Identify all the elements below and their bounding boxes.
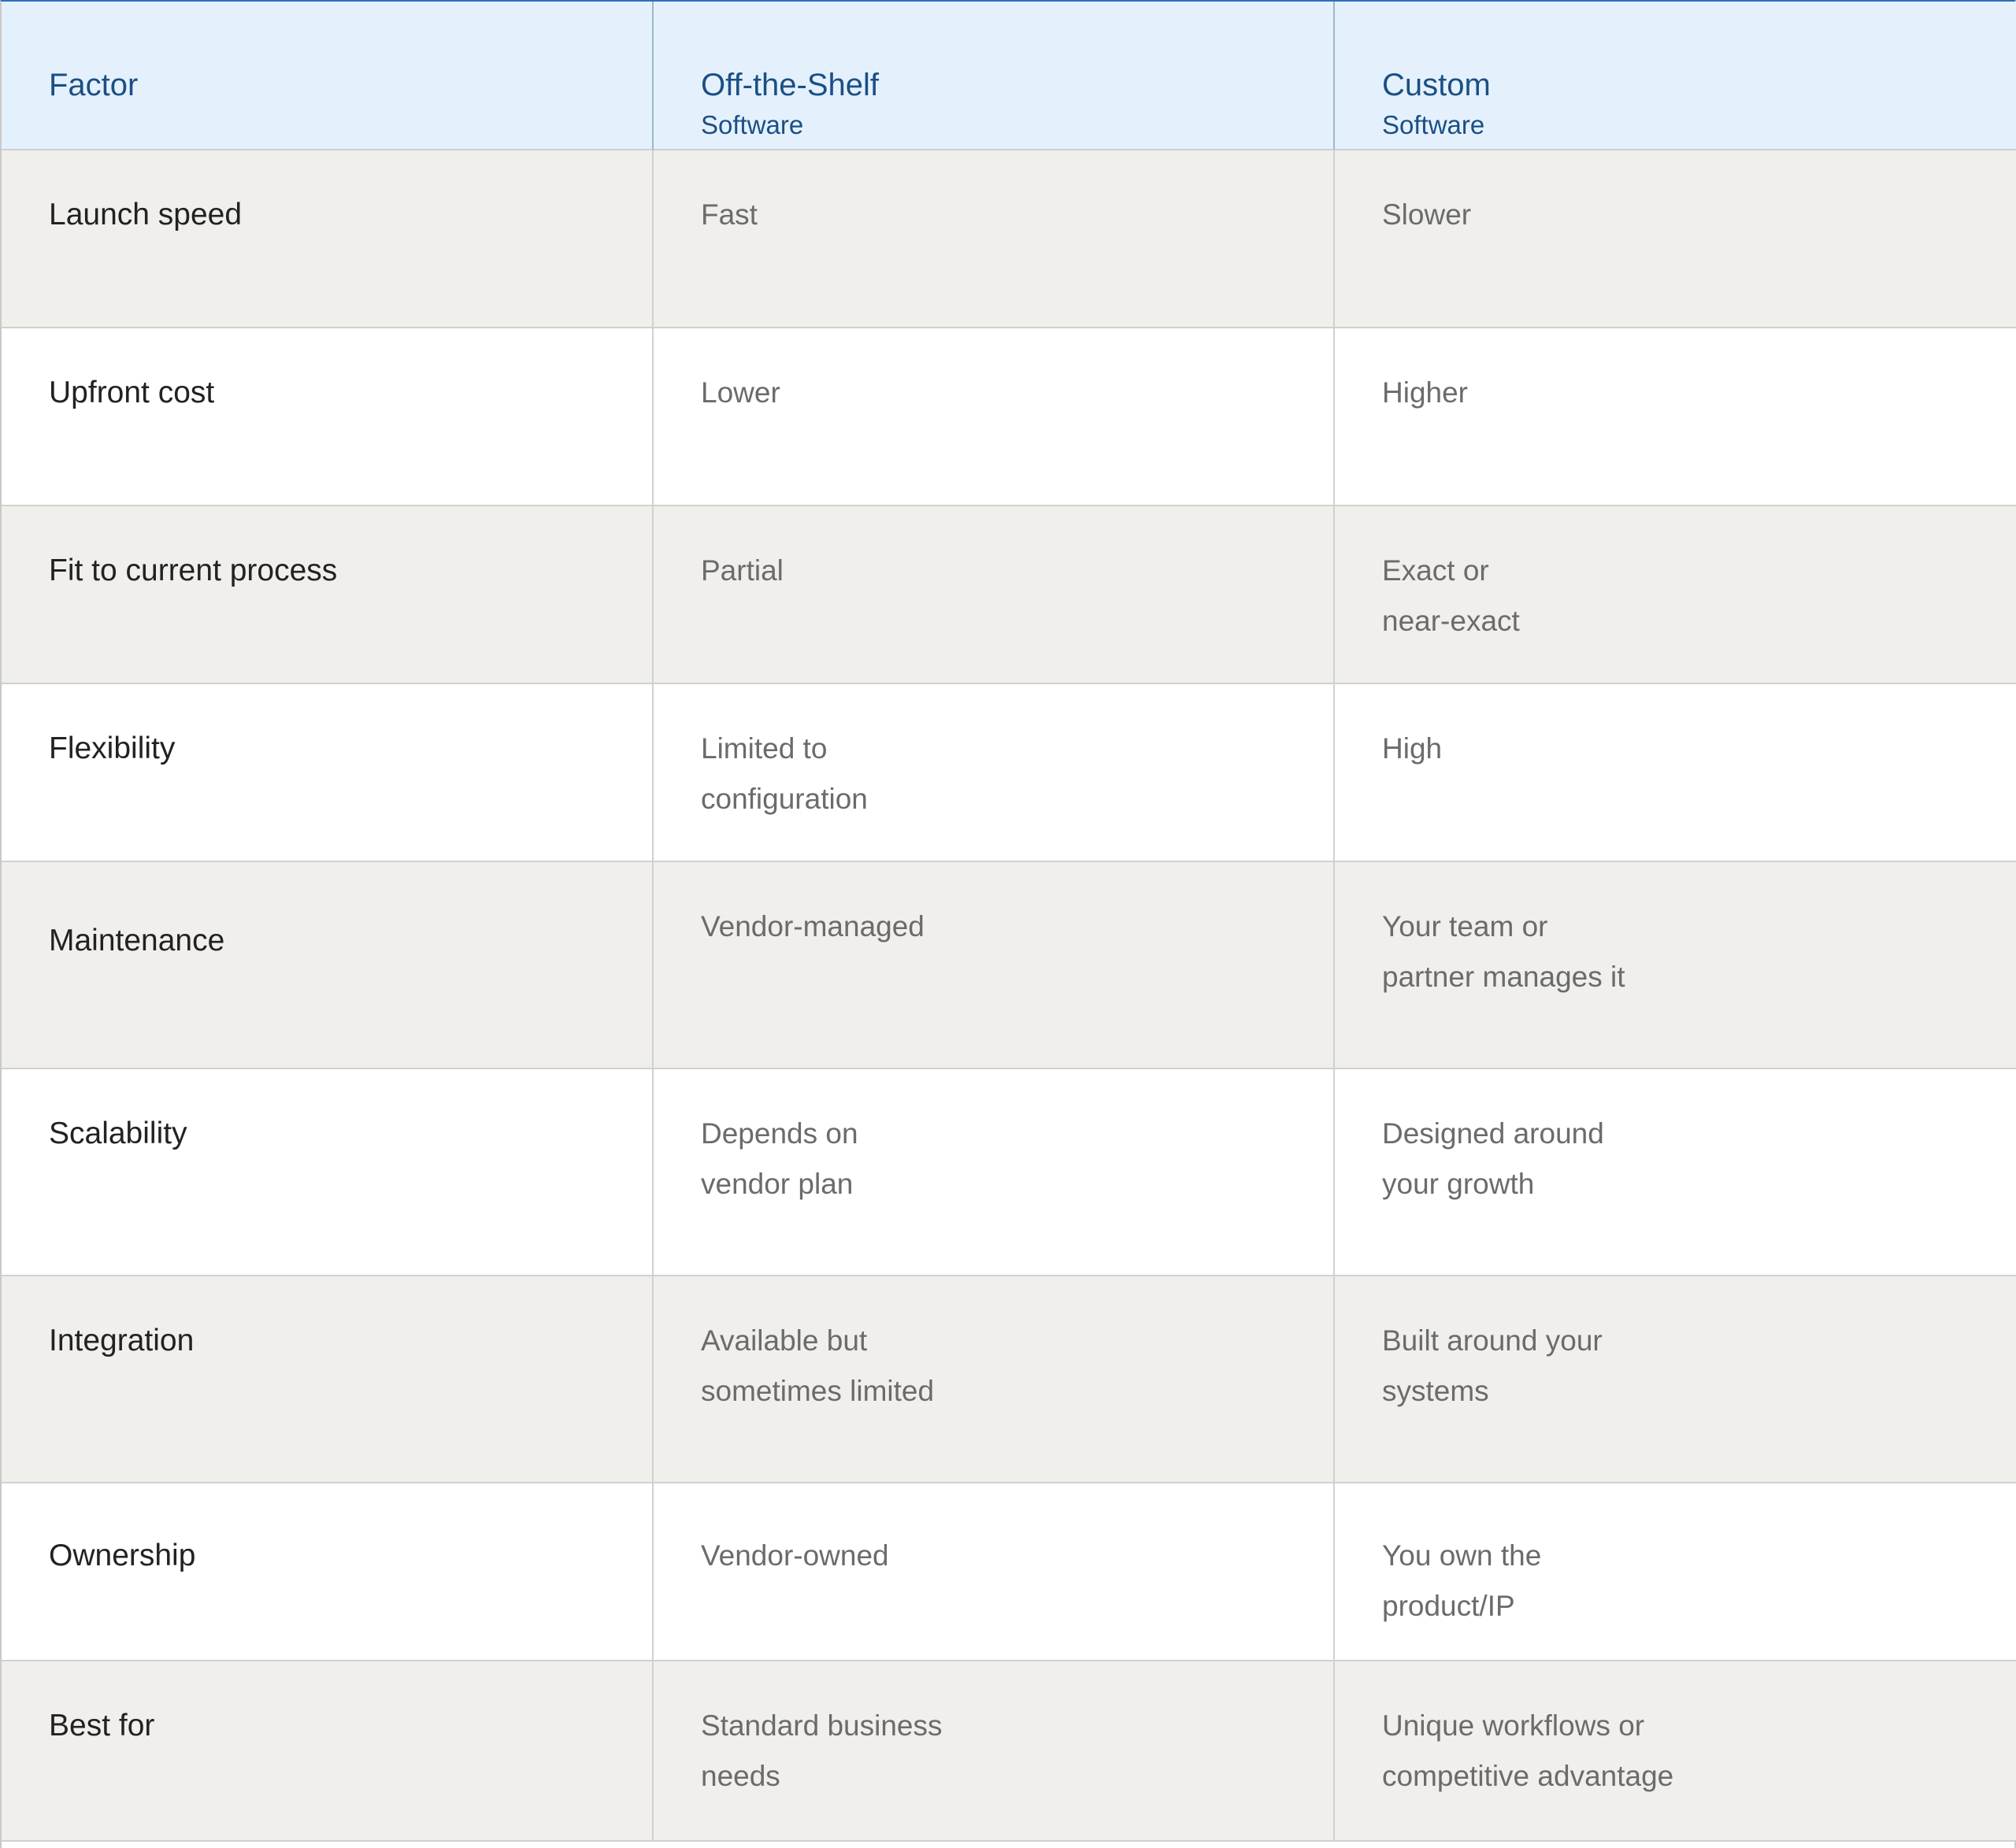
table-row-factor: Ownership: [2, 1483, 654, 1661]
factor-label: Upfront cost: [49, 376, 215, 409]
factor-label: Maintenance: [49, 924, 225, 957]
comparison-table: Factor Off-the-Shelf Software Custom Sof…: [0, 0, 2016, 1848]
cell-text: partner manages it: [1382, 961, 1625, 993]
factor-label: Flexibility: [49, 731, 176, 765]
cell-text: near-exact: [1382, 605, 1520, 637]
cell-text: You own the: [1382, 1539, 1542, 1572]
cell-text: needs: [701, 1760, 780, 1792]
cell-text: Higher: [1382, 376, 1468, 409]
factor-label: Launch speed: [49, 198, 243, 231]
factor-label: Integration: [49, 1324, 195, 1357]
cell-text: Vendor-managed: [701, 910, 925, 943]
table-row-off-the-shelf: Limited to configuration: [654, 684, 1335, 862]
table-row-custom: Designed around your growth: [1335, 1069, 2016, 1276]
cell-text: your growth: [1382, 1168, 1535, 1200]
cell-text: sometimes limited: [701, 1375, 935, 1407]
cell-text: Depends on: [701, 1117, 858, 1150]
factor-label: Best for: [49, 1709, 155, 1742]
cell-text: Available but: [701, 1324, 868, 1357]
table-row-off-the-shelf: Vendor-owned: [654, 1483, 1335, 1661]
cell-text: product/IP: [1382, 1590, 1515, 1622]
table-row-factor: Scalability: [2, 1069, 654, 1276]
header-custom-subtitle: Software: [1382, 110, 1485, 139]
header-factor-label: Factor: [49, 68, 139, 102]
cell-text: High: [1382, 732, 1443, 765]
cell-text: Standard business: [701, 1709, 943, 1742]
table-row-factor: Launch speed: [2, 150, 654, 328]
table-row-factor: Best for: [2, 1661, 654, 1842]
header-off-the-shelf-title: Off-the-Shelf: [701, 68, 880, 102]
cell-text: Your team or: [1382, 910, 1548, 943]
table-row-factor: Flexibility: [2, 684, 654, 862]
cell-text: Exact or: [1382, 554, 1489, 587]
header-custom: Custom Software: [1335, 2, 2016, 150]
table-row-off-the-shelf: Depends on vendor plan: [654, 1069, 1335, 1276]
header-off-the-shelf-subtitle: Software: [701, 110, 804, 139]
table-row-custom: Slower: [1335, 150, 2016, 328]
header-factor: Factor: [2, 2, 654, 150]
table-row-factor: Integration: [2, 1276, 654, 1483]
table-row-factor: Maintenance: [2, 862, 654, 1069]
cell-text: Designed around: [1382, 1117, 1604, 1150]
header-custom-title: Custom: [1382, 68, 1491, 102]
table-row-off-the-shelf: Fast: [654, 150, 1335, 328]
factor-label: Scalability: [49, 1117, 187, 1150]
table-row-factor: Upfront cost: [2, 328, 654, 506]
table-row-custom: Exact or near-exact: [1335, 506, 2016, 684]
cell-text: Vendor-owned: [701, 1539, 889, 1572]
cell-text: systems: [1382, 1375, 1489, 1407]
cell-text: Built around your: [1382, 1324, 1603, 1357]
factor-label: Fit to current process: [49, 554, 338, 587]
cell-text: Limited to: [701, 732, 828, 765]
cell-text: configuration: [701, 783, 868, 815]
cell-text: competitive advantage: [1382, 1760, 1674, 1792]
table-row-custom: High: [1335, 684, 2016, 862]
table-row-off-the-shelf: Available but sometimes limited: [654, 1276, 1335, 1483]
table-row-off-the-shelf: Vendor-managed: [654, 862, 1335, 1069]
cell-text: vendor plan: [701, 1168, 854, 1200]
cell-text: Fast: [701, 198, 758, 231]
cell-text: Slower: [1382, 198, 1472, 231]
table-row-custom: Built around your systems: [1335, 1276, 2016, 1483]
cell-text: Lower: [701, 376, 780, 409]
table-row-off-the-shelf: Lower: [654, 328, 1335, 506]
table-row-off-the-shelf: Partial: [654, 506, 1335, 684]
factor-label: Ownership: [49, 1539, 196, 1572]
cell-text: Partial: [701, 554, 784, 587]
table-row-custom: Higher: [1335, 328, 2016, 506]
table-row-custom: Unique workflows or competitive advantag…: [1335, 1661, 2016, 1842]
header-off-the-shelf: Off-the-Shelf Software: [654, 2, 1335, 150]
table-row-off-the-shelf: Standard business needs: [654, 1661, 1335, 1842]
table-row-custom: You own the product/IP: [1335, 1483, 2016, 1661]
table-row-custom: Your team or partner manages it: [1335, 862, 2016, 1069]
cell-text: Unique workflows or: [1382, 1709, 1645, 1742]
table-row-factor: Fit to current process: [2, 506, 654, 684]
